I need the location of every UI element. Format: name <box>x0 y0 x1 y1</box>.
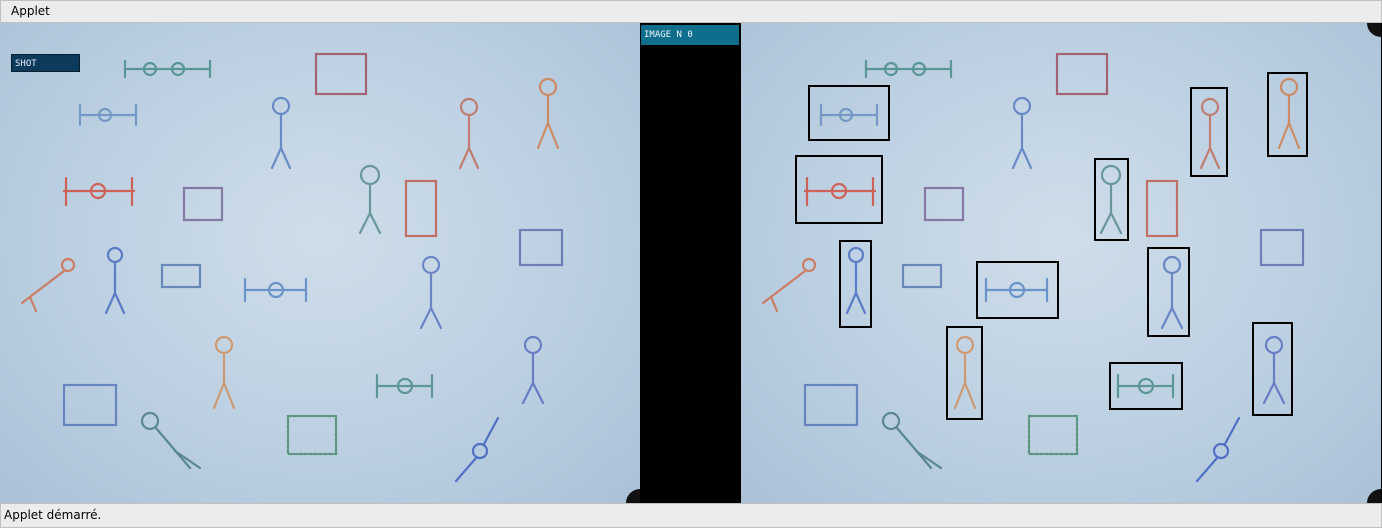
image-info-panel <box>640 23 741 503</box>
left-sketch-drawings <box>20 52 564 483</box>
shot-button[interactable]: SHOT <box>11 54 80 72</box>
camera-viewport: SHOT IMAGE N 0 <box>0 23 1382 503</box>
status-bar: Applet démarré. <box>0 503 1382 528</box>
status-text: Applet démarré. <box>4 508 102 522</box>
live-camera-frame: SHOT <box>0 23 640 503</box>
window-title-bar: Applet <box>0 0 1382 23</box>
processed-camera-frame <box>741 23 1381 503</box>
detection-box <box>795 155 883 224</box>
right-sketch-drawings <box>761 52 1308 483</box>
image-number-label: IMAGE N 0 <box>641 25 739 45</box>
detection-box <box>1147 247 1190 337</box>
detection-box <box>1267 72 1308 157</box>
window-title: Applet <box>11 4 50 18</box>
